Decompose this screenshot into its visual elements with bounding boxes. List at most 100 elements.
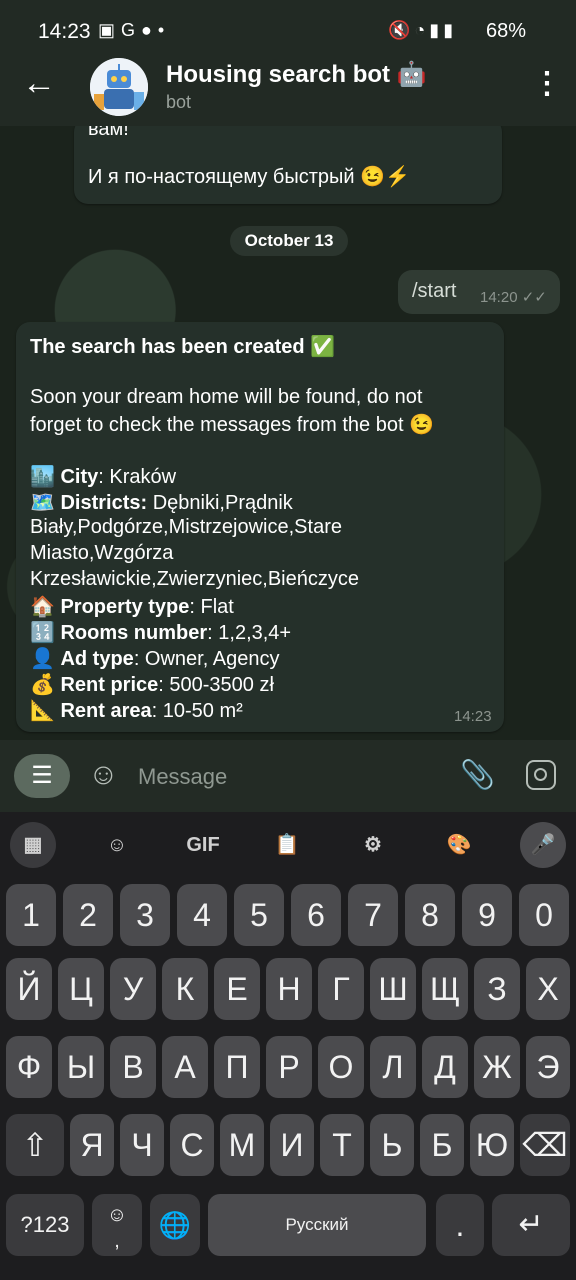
key-letter[interactable]: Д xyxy=(422,1036,468,1098)
gif-button[interactable]: GIF xyxy=(180,822,226,868)
key-letter[interactable]: Л xyxy=(370,1036,416,1098)
key-letter[interactable]: М xyxy=(220,1114,264,1176)
key-1[interactable]: 1 xyxy=(6,884,56,946)
rooms-line: 🔢 Rooms number: 1,2,3,4+ xyxy=(30,620,291,645)
notification-icons: ▣G●• xyxy=(98,20,170,41)
more-options-icon[interactable]: ⋮ xyxy=(532,66,562,101)
rooms-value: : 1,2,3,4+ xyxy=(207,622,292,644)
money-bag-icon: 💰 xyxy=(30,672,55,696)
adtype-value: : Owner, Agency xyxy=(133,648,280,670)
wifi-icon: ◔ xyxy=(414,20,430,40)
date-divider: October 13 xyxy=(230,226,348,256)
message-text: forget to check the messages from the bo… xyxy=(30,414,434,436)
key-letter[interactable]: Х xyxy=(526,958,570,1020)
bot-avatar[interactable] xyxy=(90,58,148,116)
key-letter[interactable]: Г xyxy=(318,958,364,1020)
mute-icon: 🔇 xyxy=(388,20,415,40)
symbols-key[interactable]: ?123 xyxy=(6,1194,84,1256)
globe-key[interactable]: 🌐 xyxy=(150,1194,200,1256)
key-letter[interactable]: У xyxy=(110,958,156,1020)
enter-icon: ↵ xyxy=(518,1208,544,1241)
emoji-icon[interactable]: ☺ xyxy=(88,758,119,792)
key-4[interactable]: 4 xyxy=(177,884,227,946)
key-letter[interactable]: Ф xyxy=(6,1036,52,1098)
key-letter[interactable]: А xyxy=(162,1036,208,1098)
menu-icon: ☰ xyxy=(31,762,53,789)
key-letter[interactable]: И xyxy=(270,1114,314,1176)
rent-label: Rent price xyxy=(60,674,159,696)
key-6[interactable]: 6 xyxy=(291,884,341,946)
incoming-message[interactable]: вам! И я по-настоящему быстрый 😉⚡ xyxy=(74,126,502,204)
comma-label: , xyxy=(114,1230,120,1252)
key-3[interactable]: 3 xyxy=(120,884,170,946)
message-meta: 14:20 ✓✓ xyxy=(480,288,547,306)
city-label: City xyxy=(60,466,99,488)
key-letter[interactable]: Ч xyxy=(120,1114,164,1176)
key-letter[interactable]: Е xyxy=(214,958,260,1020)
districts-value: Biały,Podgórze,Mistrzejowice,Stare xyxy=(30,516,342,538)
emoji-key-icon: ☺ xyxy=(106,1204,128,1226)
area-value: : 10-50 m² xyxy=(151,700,243,722)
key-letter[interactable]: Р xyxy=(266,1036,312,1098)
space-key[interactable]: Русский xyxy=(208,1194,426,1256)
key-letter[interactable]: Т xyxy=(320,1114,364,1176)
apps-icon[interactable]: ▦ xyxy=(10,822,56,868)
adtype-label: Ad type xyxy=(60,648,134,670)
house-icon: 🏠 xyxy=(30,594,55,618)
key-5[interactable]: 5 xyxy=(234,884,284,946)
districts-value: Dębniki,Prądnik xyxy=(147,492,293,514)
message-composer: ☰ ☺ 📎 xyxy=(0,740,576,812)
key-7[interactable]: 7 xyxy=(348,884,398,946)
key-9[interactable]: 9 xyxy=(462,884,512,946)
bot-menu-button[interactable]: ☰ xyxy=(14,754,70,798)
outgoing-message[interactable]: /start 14:20 ✓✓ xyxy=(398,270,560,314)
numbers-icon: 🔢 xyxy=(30,620,55,644)
message-input[interactable] xyxy=(136,758,440,796)
key-letter[interactable]: Ш xyxy=(370,958,416,1020)
key-letter[interactable]: Я xyxy=(70,1114,114,1176)
districts-value: Krzesławickie,Zwierzyniec,Bieńczyce xyxy=(30,568,359,590)
property-line: 🏠 Property type: Flat xyxy=(30,594,234,619)
chat-title[interactable]: Housing search bot 🤖 xyxy=(166,60,427,89)
clipboard-icon[interactable]: 📋 xyxy=(264,822,310,868)
key-8[interactable]: 8 xyxy=(405,884,455,946)
key-letter[interactable]: К xyxy=(162,958,208,1020)
system-icons: 🔇◔▮▮ xyxy=(388,20,457,41)
key-letter[interactable]: Б xyxy=(420,1114,464,1176)
status-time: 14:23 xyxy=(38,20,91,43)
key-letter[interactable]: Щ xyxy=(422,958,468,1020)
camera-icon[interactable] xyxy=(526,760,556,790)
key-letter[interactable]: Ь xyxy=(370,1114,414,1176)
shift-key[interactable]: ⇧ xyxy=(6,1114,64,1176)
dot-icon: • xyxy=(157,20,171,40)
key-letter[interactable]: Н xyxy=(266,958,312,1020)
key-letter[interactable]: Й xyxy=(6,958,52,1020)
emoji-comma-key[interactable]: ☺, xyxy=(92,1194,142,1256)
key-letter[interactable]: В xyxy=(110,1036,156,1098)
period-key[interactable]: . xyxy=(436,1194,484,1256)
key-letter[interactable]: П xyxy=(214,1036,260,1098)
backspace-key[interactable]: ⌫ xyxy=(520,1114,570,1176)
person-icon: 👤 xyxy=(30,646,55,670)
sticker-icon[interactable]: ☺ xyxy=(94,822,140,868)
chat-history[interactable]: вам! И я по-настоящему быстрый 😉⚡ Octobe… xyxy=(0,126,576,740)
key-0[interactable]: 0 xyxy=(519,884,569,946)
palette-icon[interactable]: 🎨 xyxy=(436,822,482,868)
key-2[interactable]: 2 xyxy=(63,884,113,946)
key-letter[interactable]: О xyxy=(318,1036,364,1098)
settings-icon[interactable]: ⚙ xyxy=(350,822,396,868)
key-letter[interactable]: Э xyxy=(526,1036,570,1098)
key-letter[interactable]: Ы xyxy=(58,1036,104,1098)
attach-icon[interactable]: 📎 xyxy=(460,758,495,791)
enter-key[interactable]: ↵ xyxy=(492,1194,570,1256)
bot-message[interactable]: The search has been created ✅ Soon your … xyxy=(16,322,504,732)
mic-icon[interactable]: 🎤 xyxy=(520,822,566,868)
adtype-line: 👤 Ad type: Owner, Agency xyxy=(30,646,279,671)
message-text: И я по-настоящему быстрый 😉⚡ xyxy=(88,166,410,188)
back-arrow-icon[interactable]: ← xyxy=(22,66,56,100)
key-letter[interactable]: З xyxy=(474,958,520,1020)
key-letter[interactable]: С xyxy=(170,1114,214,1176)
key-letter[interactable]: Ю xyxy=(470,1114,514,1176)
key-letter[interactable]: Ж xyxy=(474,1036,520,1098)
key-letter[interactable]: Ц xyxy=(58,958,104,1020)
